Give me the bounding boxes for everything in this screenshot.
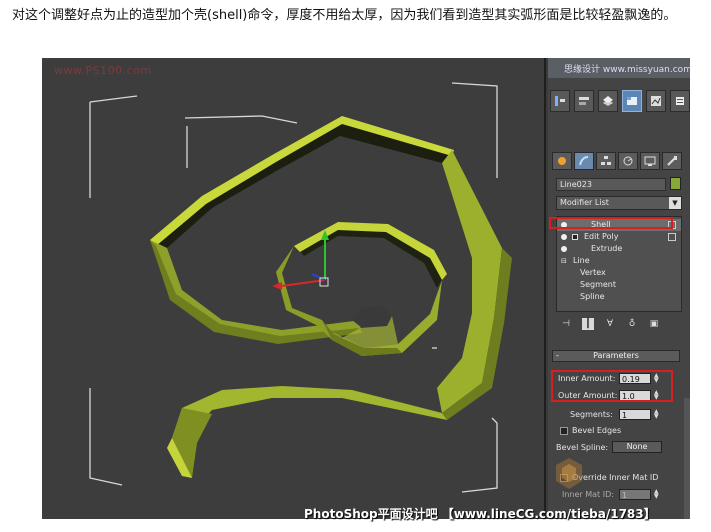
strip-watermark: 思缘设计 www.missyuan.com (564, 65, 690, 75)
light-bulb-icon[interactable] (561, 234, 567, 240)
inner-amount-input[interactable]: 0.19 (619, 373, 651, 384)
pin-icon[interactable] (670, 90, 690, 112)
outer-amount-label: Outer Amount: (558, 391, 618, 400)
pin-stack-icon[interactable]: ⊣ (560, 318, 572, 330)
modify-tab-icon[interactable] (574, 152, 594, 170)
instance-icon (668, 233, 676, 241)
watermark-logo-icon (556, 458, 582, 489)
bevel-spline-button[interactable]: None (612, 441, 662, 453)
override-inner-label: Override Inner Mat ID (572, 473, 659, 482)
stack-item-vertex[interactable]: Vertex (557, 267, 681, 279)
modify-icon[interactable] (622, 90, 642, 112)
outer-amount-input[interactable]: 1.0 (619, 390, 651, 401)
object-color-swatch[interactable] (670, 177, 681, 190)
parameters-rollout-header[interactable]: - Parameters (552, 350, 680, 362)
make-unique-icon[interactable]: ∀ (604, 318, 616, 330)
perspective-viewport[interactable]: www.PS100.com (42, 58, 546, 519)
panel-scrollbar[interactable] (684, 398, 690, 519)
layers-icon[interactable] (598, 90, 618, 112)
utilities-icon[interactable] (662, 152, 682, 170)
display-icon[interactable] (640, 152, 660, 170)
expand-icon[interactable] (572, 234, 578, 240)
modifier-stack: Shell Edit Poly Extrude ⊟ Line Vertex Se… (556, 216, 682, 312)
spinner-icon[interactable]: ▲ ▼ (654, 409, 660, 420)
show-end-result-icon[interactable]: ┃ (582, 318, 594, 330)
create-icon[interactable] (552, 152, 572, 170)
stack-tools: ⊣ ┃ ∀ ♁ ▣ (556, 316, 682, 332)
remove-modifier-icon[interactable]: ♁ (626, 318, 638, 330)
spinner-icon[interactable]: ▲ ▼ (654, 373, 660, 384)
render-icon[interactable] (646, 90, 666, 112)
align-icon[interactable] (550, 90, 570, 112)
bevel-spline-label: Bevel Spline: (556, 443, 609, 452)
configure-sets-icon[interactable]: ▣ (648, 318, 660, 330)
main-toolbar (548, 90, 690, 116)
max-screenshot: www.PS100.com 思缘设计 www.missyuan.com Line… (42, 58, 690, 519)
light-bulb-icon[interactable] (561, 222, 567, 228)
article-intro: 对这个调整好点为止的造型加个壳(shell)命令，厚度不用给太厚，因为我们看到造… (12, 8, 677, 23)
stack-item-extrude[interactable]: Extrude (557, 243, 681, 255)
bevel-edges-checkbox[interactable] (560, 427, 568, 435)
object-name-field[interactable]: Line023 (556, 178, 666, 191)
segments-input[interactable]: 1 (619, 409, 651, 420)
modifier-list-label: Modifier List (560, 198, 609, 207)
spinner-icon[interactable]: ▲ ▼ (654, 390, 660, 401)
segments-label: Segments: (570, 410, 613, 419)
stack-item-line[interactable]: ⊟ Line (557, 255, 681, 267)
command-panel: 思缘设计 www.missyuan.com Line023 Modifier L… (548, 58, 690, 519)
stack-item-shell[interactable]: Shell (557, 219, 681, 231)
stack-item-spline[interactable]: Spline (557, 291, 681, 303)
inner-amount-label: Inner Amount: (558, 374, 616, 383)
modifier-list-dropdown[interactable]: Modifier List ▼ (556, 196, 682, 210)
scene-drawing (89, 82, 512, 493)
tools-icon[interactable] (574, 90, 594, 112)
spiral-shell-object (150, 116, 512, 478)
stack-item-edit-poly[interactable]: Edit Poly (557, 231, 681, 243)
bottom-watermark: PhotoShop平面设计吧 【www.lineCG.com/tieba/178… (304, 507, 656, 521)
inner-mat-id-input[interactable]: 1 (619, 489, 651, 500)
stack-item-segment[interactable]: Segment (557, 279, 681, 291)
chevron-down-icon[interactable]: ▼ (669, 197, 681, 209)
panel-top-strip: 思缘设计 www.missyuan.com (548, 58, 690, 78)
collapse-icon[interactable]: ⊟ (561, 255, 567, 267)
instance-icon (668, 221, 676, 229)
command-tabs (552, 152, 682, 170)
motion-icon[interactable] (618, 152, 638, 170)
hierarchy-icon[interactable] (596, 152, 616, 170)
bevel-edges-label: Bevel Edges (572, 426, 622, 435)
light-bulb-icon[interactable] (561, 246, 567, 252)
collapse-icon: - (556, 351, 559, 360)
spinner-icon[interactable]: ▲ ▼ (654, 489, 660, 500)
